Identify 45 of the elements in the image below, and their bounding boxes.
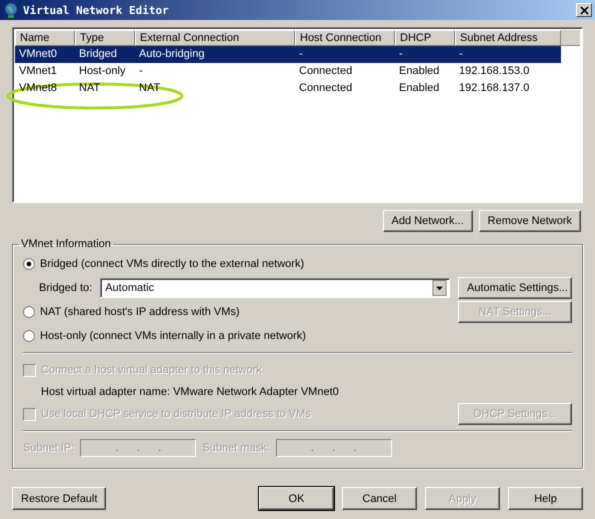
- bridged-to-label: Bridged to:: [39, 282, 92, 294]
- radio-label: NAT (shared host's IP address with VMs): [40, 306, 241, 318]
- bridged-to-dropdown[interactable]: Automatic: [100, 278, 450, 298]
- column-header[interactable]: Name: [15, 30, 75, 46]
- radio-button[interactable]: [23, 330, 35, 342]
- adapter-name-text: Host virtual adapter name: VMware Network Adapter VMnet0: [41, 386, 339, 398]
- list-action-button[interactable]: Remove Network: [478, 210, 581, 232]
- restore-default-button[interactable]: Restore Default: [12, 487, 106, 510]
- table-cell-text: Connected: [298, 64, 354, 79]
- table-cell-text: VMnet1: [18, 64, 58, 79]
- column-header[interactable]: Subnet Address: [455, 30, 561, 46]
- table-cell-text: Connected: [298, 81, 354, 96]
- table-cell-text: NAT: [78, 81, 102, 96]
- table-cell-text: Host-only: [78, 64, 126, 79]
- table-cell-text: Enabled: [398, 81, 440, 96]
- automatic-settings-button[interactable]: Automatic Settings...: [458, 277, 572, 299]
- list-action-button[interactable]: Add Network...: [382, 210, 473, 232]
- radio-button[interactable]: [23, 306, 35, 318]
- dialog-button[interactable]: Help: [508, 487, 583, 510]
- dialog-button[interactable]: Cancel: [342, 487, 417, 510]
- table-cell-text: Auto-bridging: [138, 47, 206, 62]
- close-icon: [580, 6, 588, 14]
- table-cell-text: -: [398, 47, 404, 62]
- group-title: VMnet Information: [20, 238, 112, 250]
- window-title: Virtual Network Editor: [23, 4, 170, 16]
- globe-icon: [3, 2, 19, 18]
- table-cell-text: Bridged: [78, 47, 118, 62]
- dialog-button[interactable]: OK: [259, 487, 334, 510]
- table-cell-text: -: [458, 47, 464, 62]
- column-header[interactable]: Type: [75, 30, 135, 46]
- radio-button[interactable]: [23, 258, 35, 270]
- radio-label: Host-only (connect VMs internally in a private network): [40, 330, 306, 342]
- table-cell-text: VMnet0: [18, 47, 58, 62]
- table-cell-text: Enabled: [398, 64, 440, 79]
- table-cell-text: -: [298, 47, 304, 62]
- close-button[interactable]: [576, 3, 592, 17]
- column-header[interactable]: External Connection: [135, 30, 295, 46]
- column-header[interactable]: DHCP: [395, 30, 455, 46]
- column-header[interactable]: Host Connection: [295, 30, 395, 46]
- radio-label: Bridged (connect VMs directly to the external network): [40, 258, 304, 270]
- network-row[interactable]: VMnet0 Bridged Auto-bridging - - -: [15, 46, 561, 63]
- table-cell-text: 192.168.137.0: [458, 81, 530, 96]
- table-cell-text: 192.168.153.0: [458, 64, 530, 79]
- network-row[interactable]: VMnet1 Host-only - Connected Enabled 192.168.153.0: [15, 63, 561, 80]
- table-cell-text: -: [138, 64, 144, 79]
